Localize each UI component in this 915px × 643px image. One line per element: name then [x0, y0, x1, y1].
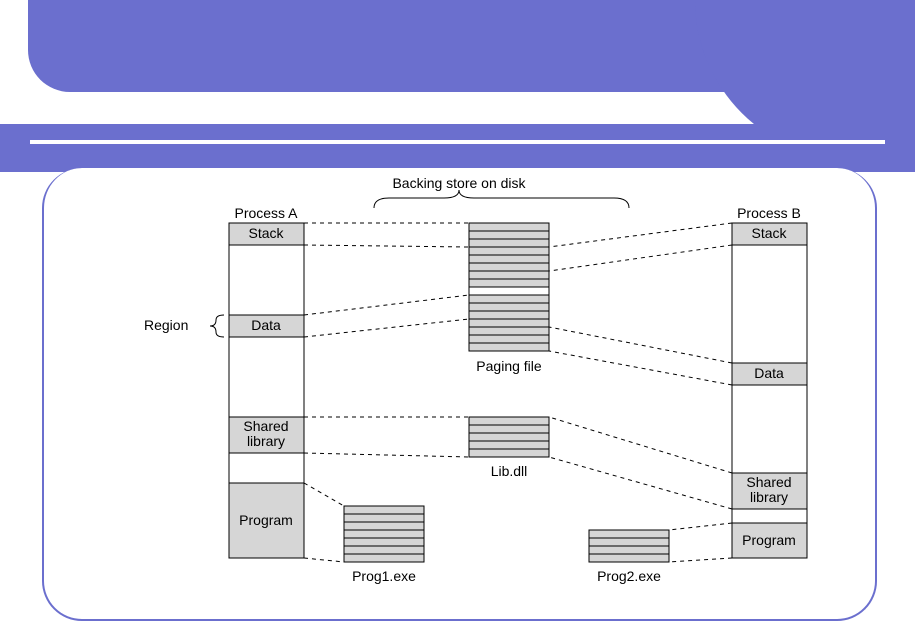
b-shlib-label-1: Shared: [746, 474, 791, 490]
a-shlib-label-2: library: [247, 433, 285, 449]
map-b-prog-bot: [669, 558, 732, 562]
prog1-label: Prog1.exe: [352, 568, 416, 584]
map-b-data-top: [549, 327, 732, 363]
map-a-prog-bot: [304, 558, 344, 562]
header-band: [0, 124, 915, 172]
a-gap2: [229, 337, 304, 417]
prog2-label: Prog2.exe: [597, 568, 661, 584]
diagram-canvas: Backing store on disk Process A Process …: [42, 168, 877, 621]
map-a-data-bot: [304, 319, 469, 337]
a-program-label: Program: [239, 512, 293, 528]
map-a-lib-bot: [304, 453, 469, 457]
title-label: Backing store on disk: [392, 175, 526, 191]
a-data-label: Data: [251, 317, 281, 333]
process-b-label: Process B: [737, 205, 801, 221]
b-shlib-label-2: library: [750, 489, 788, 505]
prog2-icon: [589, 530, 669, 562]
a-stack-label: Stack: [248, 225, 284, 241]
process-a-label: Process A: [234, 205, 298, 221]
a-gap1: [229, 245, 304, 315]
region-brace: [210, 315, 224, 337]
paging-file-icon: [469, 223, 549, 351]
map-a-prog-top: [304, 483, 344, 506]
brace-top: [374, 190, 629, 208]
map-b-prog-top: [669, 523, 732, 530]
a-gap3: [229, 453, 304, 483]
prog1-icon: [344, 506, 424, 562]
b-data-label: Data: [754, 365, 784, 381]
b-gap2: [732, 385, 807, 473]
map-b-stack-top: [549, 223, 732, 247]
b-gap3: [732, 509, 807, 523]
map-b-data-bot: [549, 351, 732, 385]
b-program-label: Program: [742, 532, 796, 548]
paging-file-label: Paging file: [476, 358, 542, 374]
map-b-lib-bot: [549, 457, 732, 509]
b-gap1: [732, 245, 807, 363]
libdll-label: Lib.dll: [491, 463, 528, 479]
map-b-stack-bot: [549, 245, 732, 271]
map-a-data-top: [304, 295, 469, 315]
a-shlib-label-1: Shared: [243, 418, 288, 434]
b-stack-label: Stack: [751, 225, 787, 241]
region-label: Region: [144, 317, 188, 333]
libdll-icon: [469, 417, 549, 457]
map-a-stack-bot: [304, 245, 469, 247]
memory-diagram: Backing store on disk Process A Process …: [44, 168, 875, 619]
